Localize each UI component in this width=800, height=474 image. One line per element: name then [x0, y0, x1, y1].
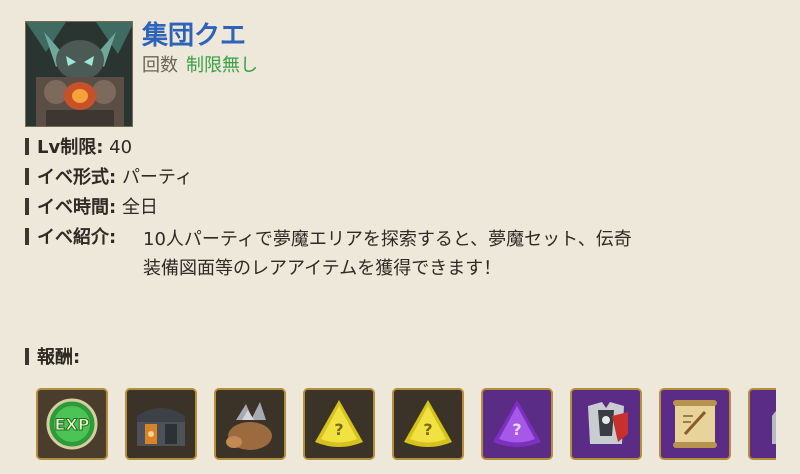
- info-key: イベ時間:: [37, 197, 117, 218]
- reward-slot-chest[interactable]: [125, 388, 197, 460]
- reward-slot-purple-gem[interactable]: ?: [481, 388, 553, 460]
- bullet-bar: [25, 228, 29, 245]
- reward-slot-helmet[interactable]: [748, 388, 776, 460]
- event-intro-row: イベ紹介:: [25, 224, 116, 252]
- reward-slot-armor[interactable]: [570, 388, 642, 460]
- ore-sack-icon: [216, 390, 284, 458]
- rewards-label: 報酬:: [37, 347, 81, 368]
- description-line-1: 10人パーティで夢魔エリアを探索すると、夢魔セット、伝奇: [143, 229, 632, 250]
- info-value: 全日: [121, 197, 158, 218]
- helmet-icon: [750, 390, 776, 458]
- bullet-bar: [25, 348, 29, 365]
- info-key: Lv制限:: [37, 137, 104, 158]
- reward-slot-exp[interactable]: EXP: [36, 388, 108, 460]
- reward-slot-ore[interactable]: [214, 388, 286, 460]
- mystery-mark: ?: [512, 420, 521, 439]
- description-line-2: 装備図面等のレアアイテムを獲得できます！: [143, 258, 502, 279]
- attempt-count-row: 回数 制限無し: [142, 54, 258, 78]
- exp-label: EXP: [55, 415, 90, 434]
- demon-boss-icon: [26, 22, 132, 126]
- purple-mystery-gem-icon: ?: [483, 390, 551, 458]
- reward-slot-yellow-gem-1[interactable]: ?: [303, 388, 375, 460]
- bullet-bar: [25, 168, 29, 185]
- info-value: 40: [109, 137, 133, 158]
- bullet-bar: [25, 138, 29, 155]
- info-key: イベ形式:: [37, 167, 117, 188]
- event-title: 集団クエ: [142, 21, 247, 51]
- armor-set-icon: [572, 390, 640, 458]
- boss-portrait: [25, 21, 133, 127]
- exp-orb-icon: EXP: [38, 390, 106, 458]
- treasure-chest-icon: [127, 390, 195, 458]
- yellow-mystery-gem-icon: ?: [305, 390, 373, 458]
- mystery-mark: ?: [423, 420, 432, 439]
- event-description: 10人パーティで夢魔エリアを探索すると、夢魔セット、伝奇 装備図面等のレアアイテ…: [143, 225, 773, 283]
- count-value: 制限無し: [186, 55, 258, 76]
- count-label: 回数: [142, 55, 178, 76]
- reward-slot-blueprint[interactable]: [659, 388, 731, 460]
- event-time-row: イベ時間: 全日: [25, 194, 158, 222]
- rewards-list: EXP ? ? ?: [36, 388, 776, 463]
- blueprint-scroll-icon: [661, 390, 729, 458]
- info-value: パーティ: [121, 167, 193, 188]
- bullet-bar: [25, 198, 29, 215]
- event-format-row: イベ形式: パーティ: [25, 164, 193, 192]
- mystery-mark: ?: [334, 420, 343, 439]
- yellow-mystery-gem-icon: ?: [394, 390, 462, 458]
- info-key: イベ紹介:: [37, 227, 117, 248]
- reward-slot-yellow-gem-2[interactable]: ?: [392, 388, 464, 460]
- level-limit-row: Lv制限: 40: [25, 134, 132, 162]
- rewards-header: 報酬:: [25, 344, 80, 372]
